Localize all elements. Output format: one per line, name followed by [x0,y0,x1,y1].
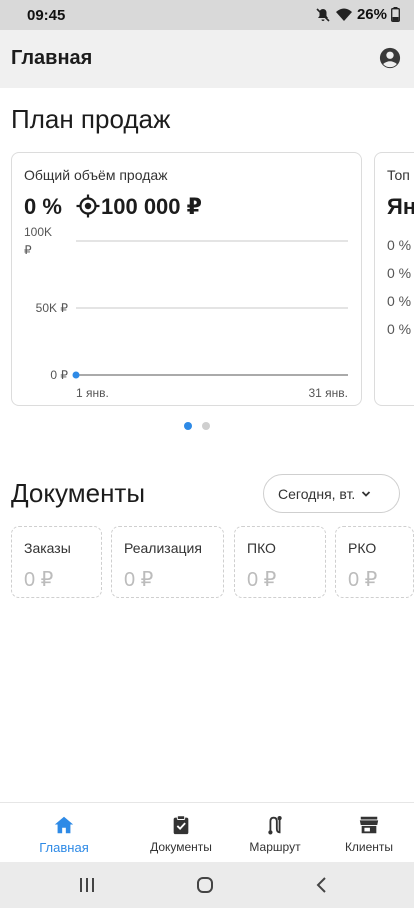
doc-card-value: 0 ₽ [24,569,54,591]
documents-title: Документы [11,478,146,508]
status-icons: 26% [315,6,400,23]
top-client-value: 0 % [387,293,412,309]
chart-x-ticks: 1 янв. 31 янв. [76,386,348,400]
nav-label: Клиенты [344,840,394,854]
doc-card-title: Реализация [124,540,202,556]
app-bar: Главная [0,30,414,88]
top-client-value: 0 % [387,321,412,337]
battery-text: 26% [356,6,387,23]
chevron-down-icon [362,490,371,497]
route-icon [268,816,282,835]
top-client-value: 0 % [387,265,412,281]
account-circle-icon[interactable] [379,47,401,69]
page-title: Главная [11,47,93,69]
sales-volume-card[interactable]: Общий объём продаж 0 % 100 000 ₽ 0 ₽50K … [11,152,362,406]
top-client-name: Ян [387,194,414,219]
sales-plan-title: План продаж [11,104,171,134]
doc-card-sales[interactable]: Реализация 0 ₽ [111,526,224,598]
doc-card-title: Заказы [24,540,71,556]
system-nav-bar [0,862,414,908]
nav-label: Главная [39,840,89,855]
status-bar: 09:45 26% [0,0,414,30]
nav-clients[interactable]: Клиенты [319,803,414,863]
bottom-nav: Главная Документы Маршрут Клиенты [0,802,414,862]
chart-points [72,371,80,379]
home-icon [54,816,74,834]
chart-x-tick-label: 1 янв. [76,386,109,400]
chart-y-ticks: 0 ₽ 50K ₽ 100K ₽ [24,225,68,382]
recent-apps-icon[interactable] [77,875,97,895]
wifi-icon [335,8,352,21]
doc-card-orders[interactable]: Заказы 0 ₽ [11,526,102,598]
chart-y-tick-label: 50K ₽ [36,301,69,315]
period-select[interactable]: Сегодня, вт. [263,474,400,513]
period-select-value: Сегодня, вт. [278,485,356,502]
carousel-pager [184,422,210,430]
chart-y-tick-label: 0 ₽ [50,368,68,382]
chart-grid [76,240,348,376]
nav-home[interactable]: Главная [14,803,114,863]
sales-chart: 0 ₽ 50K ₽ 100K ₽ 1 янв. 31 янв. [24,225,348,400]
doc-card-value: 0 ₽ [348,569,378,591]
doc-card-rko[interactable]: РКО 0 ₽ [335,526,414,598]
status-time: 09:45 [27,7,66,24]
top-client-value: 0 % [387,237,412,253]
mute-icon [316,7,330,22]
doc-card-value: 0 ₽ [124,569,154,591]
nav-label: Документы [150,840,212,854]
clipboard-check-icon [173,815,189,835]
doc-card-title: РКО [348,540,377,556]
store-icon [359,816,379,834]
card-label: Топ [387,167,410,183]
chart-point [72,371,80,379]
pager-dot[interactable] [202,422,210,430]
back-icon[interactable] [312,875,332,895]
chart-x-tick-label: 31 янв. [308,386,348,400]
pager-dot-active[interactable] [184,422,192,430]
top-clients-card[interactable]: Топ Ян 0 % 0 % 0 % 0 % [374,152,414,406]
doc-card-value: 0 ₽ [247,569,277,591]
battery-icon [391,7,400,22]
nav-documents[interactable]: Документы [131,803,231,863]
nav-label: Маршрут [249,840,301,854]
doc-card-pko[interactable]: ПКО 0 ₽ [234,526,326,598]
chart-y-tick-label: 100K ₽ [24,225,52,257]
doc-card-title: ПКО [247,540,276,556]
home-button-icon[interactable] [195,875,215,895]
nav-route[interactable]: Маршрут [225,803,325,863]
